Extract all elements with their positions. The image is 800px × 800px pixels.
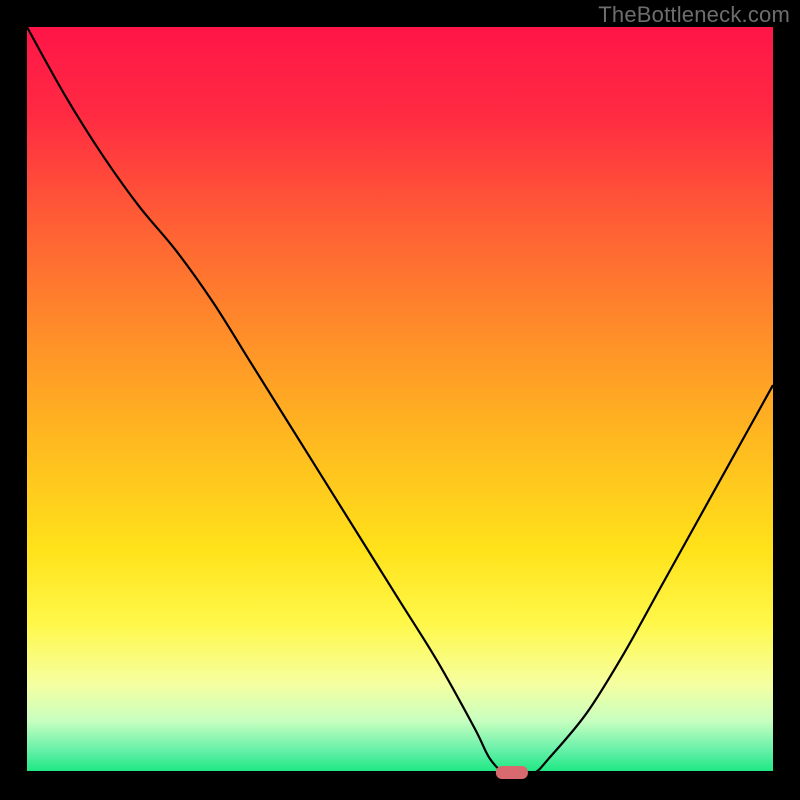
baseline-strip <box>27 771 773 773</box>
plot-background <box>27 27 773 773</box>
watermark-text: TheBottleneck.com <box>598 2 790 28</box>
bottleneck-chart <box>0 0 800 800</box>
optimal-marker <box>496 766 528 779</box>
chart-frame: TheBottleneck.com <box>0 0 800 800</box>
